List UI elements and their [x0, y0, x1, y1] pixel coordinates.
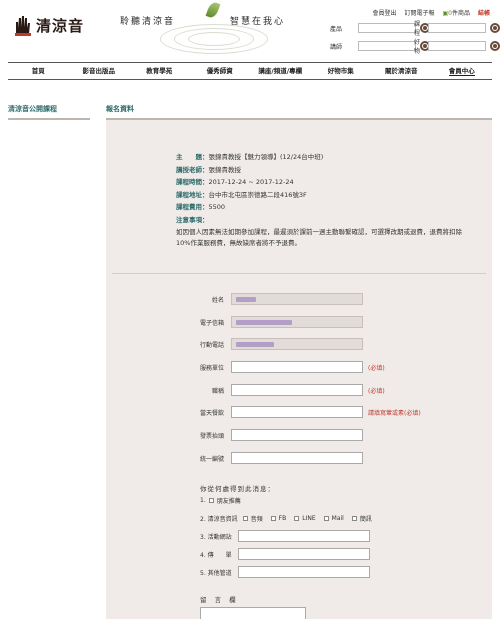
cart-link[interactable]: ▣0件商品 — [442, 8, 470, 17]
nav-member[interactable]: 會員中心 — [432, 63, 493, 79]
logout-link[interactable]: 會員登出 — [372, 8, 396, 17]
sidebar-divider — [8, 118, 90, 120]
taxid-input[interactable] — [231, 452, 363, 464]
main-nav: 首頁 影音出版品 教育學苑 優秀師資 講座/頻道/專欄 好物市集 關於清涼音 會… — [8, 62, 492, 80]
course-teacher-row: 講授老師：張錦貴教授 — [176, 165, 241, 174]
course-search-input[interactable] — [428, 23, 486, 33]
name-label: 姓名 — [211, 296, 224, 304]
title-required: (必填) — [368, 387, 385, 395]
message-textarea[interactable] — [200, 607, 306, 619]
goods-search: 好物 — [414, 39, 500, 55]
job-title-input[interactable] — [231, 384, 363, 396]
cart-label: 件商品 — [451, 10, 470, 17]
source-option-2: 2. 清涼音資訊 音頻 FB LINE Mail 簡訊 — [200, 515, 372, 523]
top-links: 會員登出 訂閱電子報 ▣0件商品 結帳 — [372, 8, 490, 17]
event-site-input[interactable] — [238, 530, 370, 542]
notice-text: 如因個人因素無法如期參加課程，最遲須於課前一週主動聯繫確認，可選擇改期或退費，退… — [176, 227, 462, 247]
diet-required: 請填寫葷或素(必填) — [368, 409, 421, 417]
message-label: 留 言 欄 — [200, 596, 239, 604]
friend-checkbox[interactable] — [208, 498, 214, 503]
fb-checkbox[interactable] — [270, 516, 276, 521]
flyer-input[interactable] — [238, 548, 370, 560]
taxid-field-row: 統一編號 — [170, 452, 363, 464]
course-info: 主 題：張錦貴教授【魅力領導】(12/24台中班) 講授老師：張錦貴教授 課程時… — [176, 151, 476, 249]
other-channel-input[interactable] — [238, 566, 370, 578]
job-title-label: 職稱 — [211, 387, 224, 395]
audio-checkbox[interactable] — [242, 516, 248, 521]
goods-search-input[interactable] — [428, 41, 486, 51]
course-time-row: 課程時間：2017-12-24 ~ 2017-12-24 — [176, 178, 294, 187]
mail-checkbox[interactable] — [323, 516, 329, 521]
course-fee-row: 課程費用：5500 — [176, 203, 226, 212]
company-label: 服務單位 — [199, 364, 224, 372]
checkout-link[interactable]: 結帳 — [478, 8, 490, 17]
email-input[interactable] — [231, 316, 363, 328]
product-search-label: 產品 — [330, 25, 343, 33]
source-option-5: 5. 其他管道 — [200, 566, 370, 578]
invoice-field-row: 發票抬頭 — [170, 429, 363, 441]
nav-about[interactable]: 關於清涼音 — [371, 63, 432, 79]
nav-academy[interactable]: 教育學苑 — [129, 63, 190, 79]
title-field-row: 職稱 (必填) — [170, 384, 385, 396]
sms-checkbox[interactable] — [351, 516, 357, 521]
company-input[interactable] — [231, 361, 363, 373]
name-field-row: 姓名 — [170, 293, 363, 305]
sidebar-title[interactable]: 清涼音公開課程 — [8, 104, 57, 114]
nav-market[interactable]: 好物市集 — [311, 63, 372, 79]
mobile-input[interactable] — [231, 338, 363, 350]
taxid-label: 統一編號 — [199, 455, 224, 463]
mobile-label: 行動電話 — [199, 341, 224, 349]
speaker-search-input[interactable] — [358, 41, 416, 51]
source-title: 你從何處得到此消息： — [200, 485, 275, 493]
banner: 聆聽清涼音 智慧在我心 — [112, 0, 318, 56]
nav-home[interactable]: 首頁 — [8, 63, 69, 79]
header: 清涼音 聆聽清涼音 智慧在我心 會員登出 訂閱電子報 ▣0件商品 結帳 產品 課… — [0, 0, 500, 60]
nav-lectures[interactable]: 講座/頻道/專欄 — [250, 63, 311, 79]
name-input[interactable] — [231, 293, 363, 305]
slogan-right: 智慧在我心 — [230, 17, 286, 27]
email-field-row: 電子信箱 — [170, 316, 363, 328]
diet-field-row: 當天餐飲 請填寫葷或素(必填) — [170, 406, 421, 418]
product-search-input[interactable] — [358, 23, 416, 33]
invoice-input[interactable] — [231, 429, 363, 441]
goods-search-icon[interactable] — [490, 41, 500, 51]
logo-hand-icon — [14, 14, 32, 36]
section-divider — [112, 273, 486, 274]
nav-publications[interactable]: 影音出版品 — [69, 63, 130, 79]
logo[interactable]: 清涼音 — [14, 14, 84, 36]
company-field-row: 服務單位 (必填) — [170, 361, 385, 373]
course-address-row: 課程地址：台中市北屯區崇德路二段416號3F — [176, 190, 307, 199]
nav-teachers[interactable]: 優秀師資 — [190, 63, 251, 79]
notice-label: 注意事項： — [176, 215, 209, 224]
source-option-1: 1. 朋友推薦 — [200, 497, 241, 505]
diet-label: 當天餐飲 — [199, 409, 224, 417]
course-search: 課程 — [414, 21, 500, 37]
source-option-3: 3. 活動網站 — [200, 530, 370, 542]
mobile-field-row: 行動電話 — [170, 338, 363, 350]
line-checkbox[interactable] — [294, 516, 300, 521]
leaf-icon — [205, 0, 221, 20]
invoice-label: 發票抬頭 — [199, 432, 224, 440]
source-option-4: 4. 傳 單 — [200, 548, 370, 560]
course-topic-row: 主 題：張錦貴教授【魅力領導】(12/24台中班) — [176, 153, 324, 161]
speaker-search-label: 講師 — [330, 43, 343, 51]
slogan-left: 聆聽清涼音 — [120, 17, 176, 27]
email-label: 電子信箱 — [199, 319, 224, 327]
subscribe-link[interactable]: 訂閱電子報 — [404, 8, 434, 17]
page-title: 報名資料 — [106, 105, 134, 113]
friend-label: 朋友推薦 — [216, 498, 241, 505]
logo-text: 清涼音 — [36, 16, 85, 35]
company-required: (必填) — [368, 364, 385, 372]
diet-input[interactable] — [231, 406, 363, 418]
course-search-icon[interactable] — [490, 23, 500, 33]
